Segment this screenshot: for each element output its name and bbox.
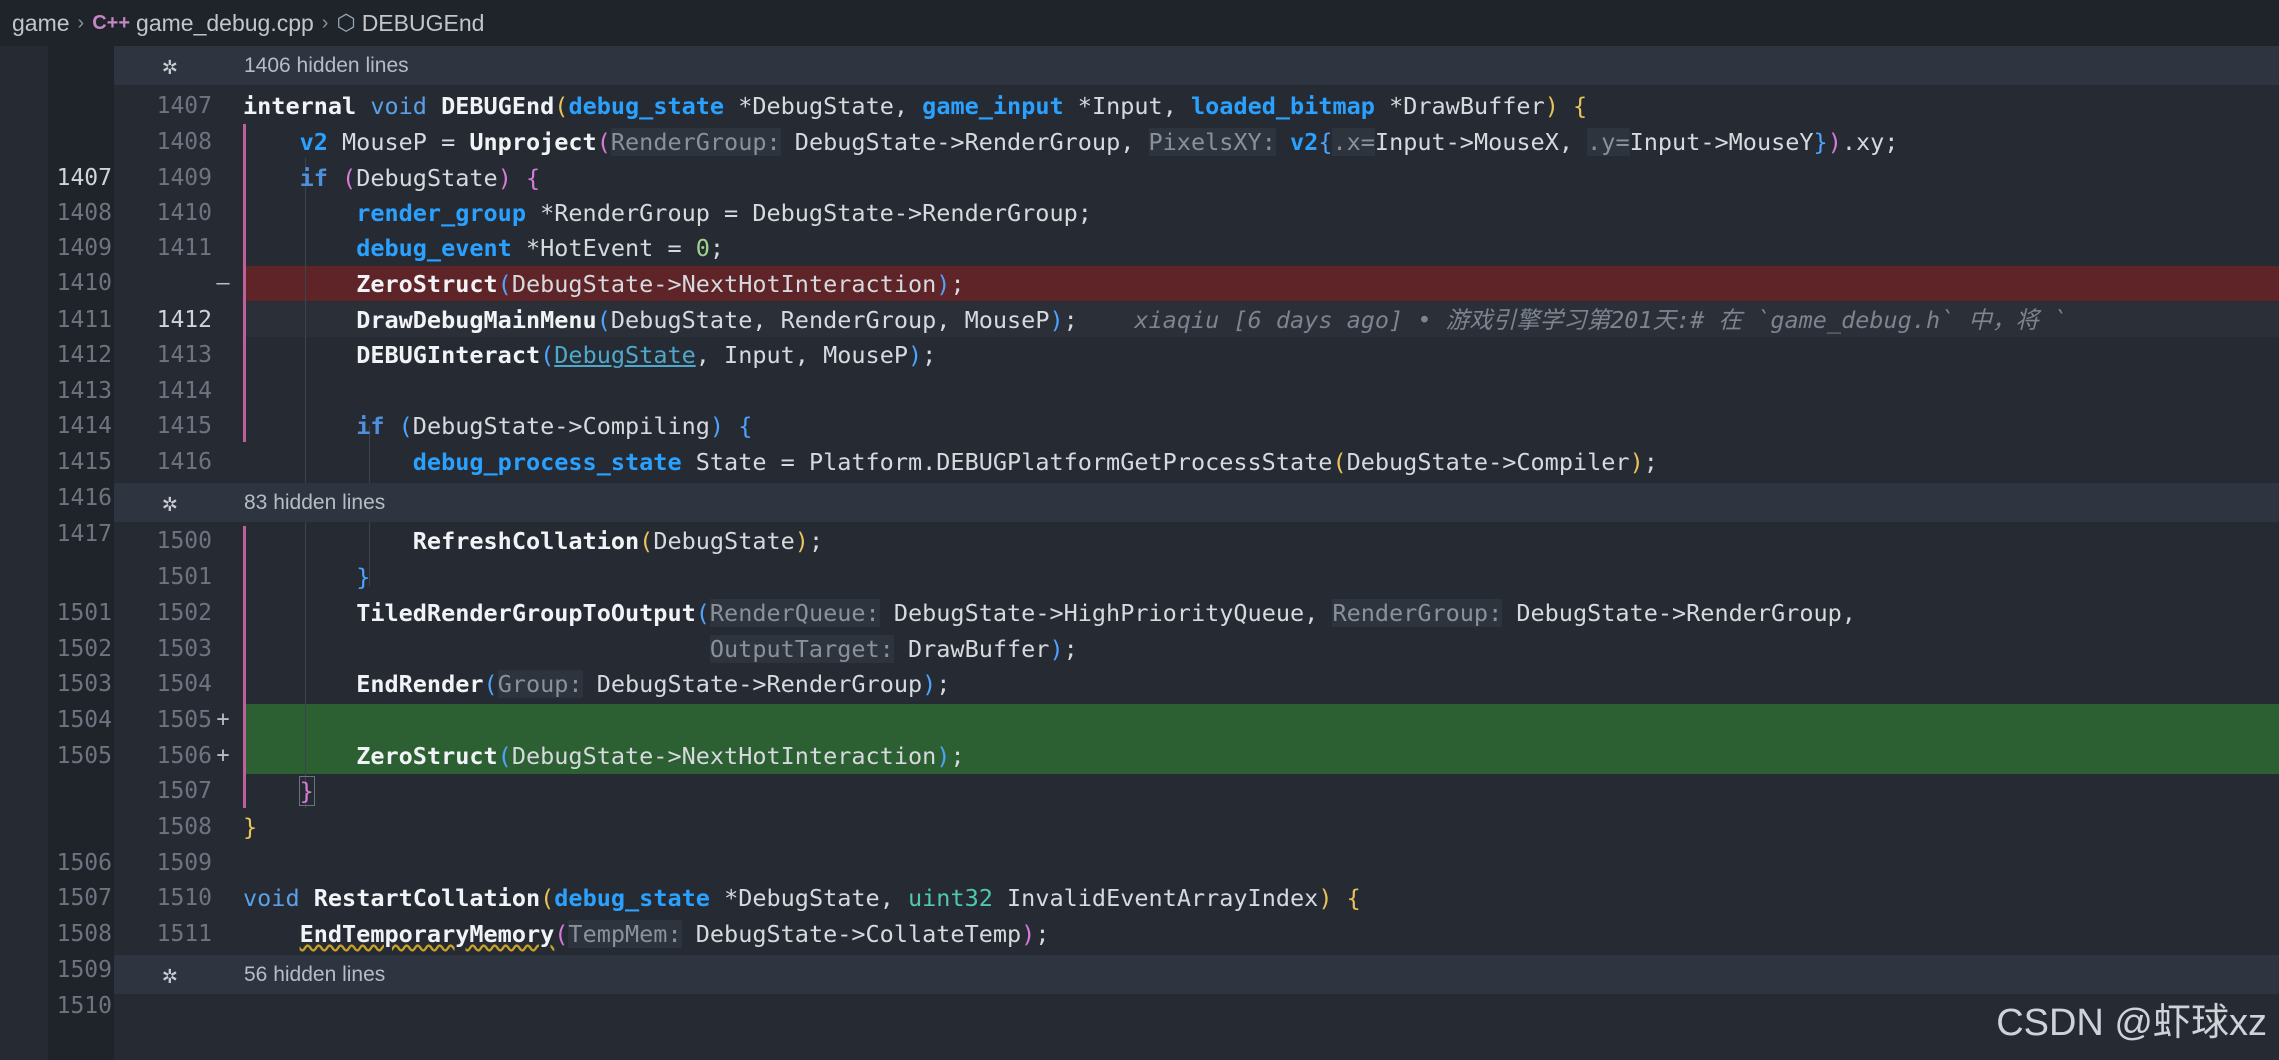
line-number: 1410 bbox=[156, 200, 212, 226]
line-number: 1411 bbox=[56, 307, 112, 333]
line-number: 1416 bbox=[156, 449, 212, 475]
line-number: 1504 bbox=[156, 671, 212, 697]
code-line[interactable]: void RestartCollation(debug_state *Debug… bbox=[243, 880, 1361, 916]
line-number: 1504 bbox=[56, 707, 112, 733]
line-number: 1415 bbox=[156, 413, 212, 439]
git-blame-annotation: xiaqiu [6 days ago] • 游戏引擎学习第201天:# 在 `g… bbox=[1134, 306, 2068, 334]
line-number: 1509 bbox=[156, 850, 212, 876]
line-number: 1503 bbox=[156, 636, 212, 662]
line-number: 1508 bbox=[156, 814, 212, 840]
code-line[interactable]: } bbox=[243, 773, 315, 809]
chevron-right-icon: › bbox=[321, 11, 329, 34]
code-line[interactable]: TiledRenderGroupToOutput(RenderQueue: De… bbox=[243, 595, 1856, 631]
line-number: 1501 bbox=[56, 600, 112, 626]
deleted-marker: — bbox=[216, 271, 230, 296]
code-line[interactable]: EndTemporaryMemory(TempMem: DebugState->… bbox=[243, 916, 1049, 952]
code-line[interactable]: } bbox=[243, 809, 257, 845]
line-number: 1407 bbox=[156, 93, 212, 119]
line-number: 1501 bbox=[156, 564, 212, 590]
watermark: CSDN @虾球xz bbox=[1996, 1002, 2267, 1044]
line-number: 1508 bbox=[56, 921, 112, 947]
code-line[interactable]: if (DebugState->Compiling) { bbox=[243, 408, 752, 444]
code-line[interactable]: debug_event *HotEvent = 0; bbox=[243, 230, 724, 266]
added-marker: + bbox=[216, 707, 230, 732]
code-line[interactable]: } bbox=[243, 559, 370, 595]
chevron-right-icon: › bbox=[77, 11, 85, 34]
hidden-lines-bar[interactable]: ✲ 56 hidden lines bbox=[114, 955, 2279, 994]
line-number: 1407 bbox=[56, 165, 112, 191]
line-number: 1414 bbox=[56, 413, 112, 439]
line-number: 1412 bbox=[156, 307, 212, 333]
line-number: 1410 bbox=[56, 270, 112, 296]
code-line[interactable]: v2 MouseP = Unproject(RenderGroup: Debug… bbox=[243, 124, 1898, 160]
breadcrumb-symbol[interactable]: ⬡ DEBUGEnd bbox=[336, 10, 484, 37]
unfold-gear-icon[interactable]: ✲ bbox=[162, 960, 178, 990]
line-number: 1415 bbox=[56, 449, 112, 475]
code-line[interactable]: EndRender(Group: DebugState->RenderGroup… bbox=[243, 666, 950, 702]
line-number: 1416 bbox=[56, 485, 112, 511]
line-number: 1507 bbox=[156, 778, 212, 804]
line-number: 1412 bbox=[56, 342, 112, 368]
line-number: 1408 bbox=[56, 200, 112, 226]
line-number: 1505 bbox=[156, 707, 212, 733]
unfold-gear-icon[interactable]: ✲ bbox=[162, 488, 178, 518]
line-number: 1500 bbox=[156, 528, 212, 554]
code-line[interactable]: ZeroStruct(DebugState->NextHotInteractio… bbox=[243, 266, 964, 302]
line-number: 1510 bbox=[156, 885, 212, 911]
code-line[interactable]: ZeroStruct(DebugState->NextHotInteractio… bbox=[243, 738, 964, 774]
line-number: 1510 bbox=[56, 993, 112, 1019]
line-number: 1408 bbox=[156, 129, 212, 155]
code-line[interactable]: DrawDebugMainMenu(DebugState, RenderGrou… bbox=[243, 302, 2067, 338]
line-number: 1509 bbox=[56, 957, 112, 983]
hidden-lines-bar[interactable]: ✲ 1406 hidden lines bbox=[114, 46, 2279, 85]
line-number: 1409 bbox=[56, 235, 112, 261]
line-number: 1413 bbox=[156, 342, 212, 368]
line-number: 1502 bbox=[156, 600, 212, 626]
cpp-file-icon: C++ bbox=[92, 11, 131, 34]
code-line[interactable]: internal void DEBUGEnd(debug_state *Debu… bbox=[243, 88, 1587, 124]
unfold-gear-icon[interactable]: ✲ bbox=[162, 51, 178, 81]
code-line[interactable]: RefreshCollation(DebugState); bbox=[243, 523, 823, 559]
code-line[interactable]: OutputTarget: DrawBuffer); bbox=[243, 631, 1078, 667]
line-number: 1417 bbox=[56, 521, 112, 547]
line-number: 1409 bbox=[156, 165, 212, 191]
line-number: 1505 bbox=[56, 743, 112, 769]
breadcrumb: game › C++ game_debug.cpp › ⬡ DEBUGEnd bbox=[0, 0, 2279, 46]
code-line[interactable]: DEBUGInteract(DebugState, Input, MouseP)… bbox=[243, 337, 936, 373]
breadcrumb-folder[interactable]: game bbox=[12, 10, 70, 37]
line-number: 1414 bbox=[156, 378, 212, 404]
line-number: 1507 bbox=[56, 885, 112, 911]
line-number: 1502 bbox=[56, 636, 112, 662]
hidden-lines-bar[interactable]: ✲ 83 hidden lines bbox=[114, 483, 2279, 522]
line-number: 1511 bbox=[156, 921, 212, 947]
cube-icon: ⬡ bbox=[336, 10, 356, 35]
breadcrumb-file[interactable]: C++ game_debug.cpp bbox=[92, 10, 314, 37]
line-number: 1506 bbox=[56, 850, 112, 876]
added-marker: + bbox=[216, 743, 230, 768]
code-line[interactable]: render_group *RenderGroup = DebugState->… bbox=[243, 195, 1092, 231]
line-number: 1413 bbox=[56, 378, 112, 404]
line-number: 1503 bbox=[56, 671, 112, 697]
line-number: 1506 bbox=[156, 743, 212, 769]
code-line[interactable]: if (DebugState) { bbox=[243, 160, 541, 196]
line-number: 1411 bbox=[156, 235, 212, 261]
code-line[interactable]: debug_process_state State = Platform.DEB… bbox=[243, 444, 1658, 480]
